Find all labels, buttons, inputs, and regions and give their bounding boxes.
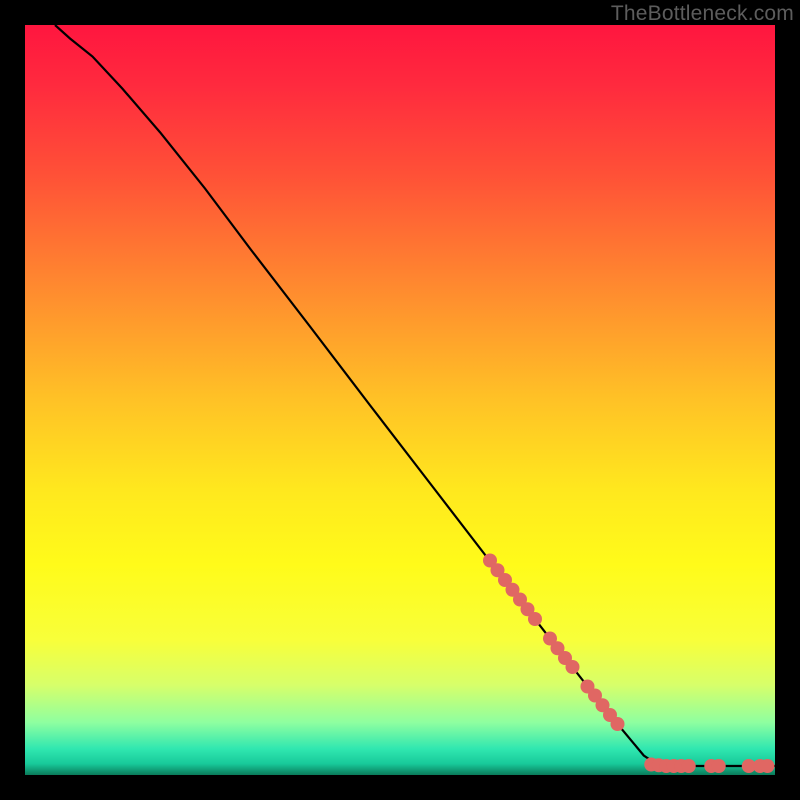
data-marker xyxy=(761,759,775,773)
gradient-background xyxy=(25,25,775,775)
data-marker xyxy=(712,759,726,773)
data-marker xyxy=(611,717,625,731)
chart-frame: TheBottleneck.com xyxy=(0,0,800,800)
data-marker xyxy=(682,759,696,773)
data-marker xyxy=(566,660,580,674)
watermark-text: TheBottleneck.com xyxy=(611,2,794,26)
data-marker xyxy=(528,612,542,626)
plot-area xyxy=(25,25,775,775)
chart-svg xyxy=(25,25,775,775)
